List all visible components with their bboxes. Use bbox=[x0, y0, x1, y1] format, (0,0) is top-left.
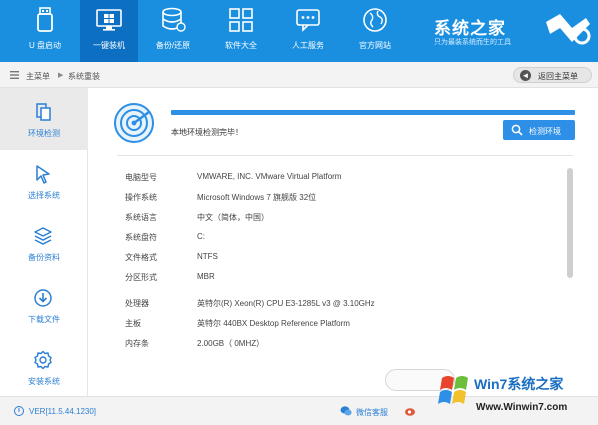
wechat-icon[interactable] bbox=[340, 405, 352, 417]
scrollbar-thumb[interactable] bbox=[567, 168, 573, 278]
radar-scan-icon bbox=[114, 103, 154, 143]
info-key: 内存条 bbox=[125, 339, 149, 348]
sidebar: 环境检测 选择系统 备份资料 下载文件 安装系统 bbox=[0, 88, 88, 396]
info-value: 2.00GB（ 0MHZ） bbox=[197, 339, 265, 348]
breadcrumb-separator: ▶ bbox=[58, 72, 64, 79]
back-button-label: 返回主菜单 bbox=[538, 72, 578, 81]
watermark: Win7系统之家 Www.Winwin7.com bbox=[432, 368, 596, 424]
info-row: 系统盘符 C: bbox=[125, 230, 555, 244]
info-row: 主板 英特尔 440BX Desktop Reference Platform bbox=[125, 316, 555, 330]
sidebar-item-download-files[interactable]: 下载文件 bbox=[0, 274, 88, 336]
toolbar-label: 软件大全 bbox=[225, 41, 257, 50]
main-panel: 本地环境检测完毕！ 检测环境 电脑型号 VMWARE, INC. VMware … bbox=[89, 88, 598, 396]
back-arrow-icon: ◄ bbox=[520, 70, 531, 81]
info-value: Microsoft Windows 7 旗舰版 32位 bbox=[197, 193, 317, 202]
version-label: VER[11.5.44.1230] bbox=[29, 407, 97, 416]
environment-check-icon bbox=[36, 103, 51, 121]
top-toolbar: U 盘启动 一键装机 备份/还原 软件大全 人工服务 官方网站 系统之家 只为最… bbox=[0, 0, 598, 62]
toolbar-label: 一键装机 bbox=[93, 41, 125, 50]
system-info-list: 电脑型号 VMWARE, INC. VMware Virtual Platfor… bbox=[125, 170, 555, 360]
sidebar-item-label: 环境检测 bbox=[28, 129, 60, 138]
check-progress-bar bbox=[171, 110, 575, 115]
info-value: 英特尔 440BX Desktop Reference Platform bbox=[197, 319, 350, 328]
info-row: 系统语言 中文（简体，中国） bbox=[125, 210, 555, 224]
info-row: 电脑型号 VMWARE, INC. VMware Virtual Platfor… bbox=[125, 170, 555, 184]
breadcrumb-home[interactable]: 主菜单 bbox=[26, 71, 50, 82]
info-key: 电脑型号 bbox=[125, 173, 157, 182]
sidebar-item-label: 备份资料 bbox=[28, 253, 60, 262]
divider bbox=[117, 155, 573, 156]
sidebar-item-select-system[interactable]: 选择系统 bbox=[0, 150, 88, 212]
brand-logo-icon bbox=[546, 14, 591, 45]
weibo-icon[interactable] bbox=[404, 405, 416, 417]
sidebar-item-backup-data[interactable]: 备份资料 bbox=[0, 212, 88, 274]
sidebar-item-install-system[interactable]: 安装系统 bbox=[0, 336, 88, 398]
toolbar-support[interactable]: 人工服务 bbox=[279, 0, 337, 62]
info-value: VMWARE, INC. VMware Virtual Platform bbox=[197, 172, 342, 181]
globe-icon bbox=[363, 8, 387, 32]
info-key: 主板 bbox=[125, 319, 141, 328]
detect-environment-button[interactable]: 检测环境 bbox=[503, 120, 575, 140]
cursor-icon bbox=[36, 165, 50, 184]
toolbar-label: U 盘启动 bbox=[29, 41, 61, 50]
watermark-url: Www.Winwin7.com bbox=[476, 402, 568, 413]
usb-drive-icon bbox=[37, 7, 53, 32]
info-key: 处理器 bbox=[125, 299, 149, 308]
watermark-title: Win7系统之家 bbox=[474, 376, 564, 392]
info-key: 操作系统 bbox=[125, 193, 157, 202]
info-row: 操作系统 Microsoft Windows 7 旗舰版 32位 bbox=[125, 190, 555, 204]
download-icon bbox=[34, 289, 52, 307]
brand-subtitle: 只为最装系统而生的工具 bbox=[434, 39, 511, 46]
breadcrumb: 主菜单 ▶ 系统重装 ◄ 返回主菜单 bbox=[0, 62, 598, 88]
windows-flag-logo-icon bbox=[438, 376, 468, 404]
info-row: 分区形式 MBR bbox=[125, 270, 555, 284]
info-row: 内存条 2.00GB（ 0MHZ） bbox=[125, 336, 555, 350]
info-key: 文件格式 bbox=[125, 253, 157, 262]
info-row: 文件格式 NTFS bbox=[125, 250, 555, 264]
toolbar-software[interactable]: 软件大全 bbox=[212, 0, 270, 62]
chat-icon bbox=[296, 9, 320, 32]
apps-grid-icon bbox=[229, 8, 253, 32]
toolbar-backup-restore[interactable]: 备份/还原 bbox=[144, 0, 202, 62]
search-icon bbox=[511, 124, 523, 136]
info-key: 系统语言 bbox=[125, 213, 157, 222]
info-value: 英特尔(R) Xeon(R) CPU E3-1285L v3 @ 3.10GHz bbox=[197, 299, 375, 308]
toolbar-usb-boot[interactable]: U 盘启动 bbox=[16, 0, 74, 62]
sidebar-item-environment-check[interactable]: 环境检测 bbox=[0, 88, 88, 150]
info-value: NTFS bbox=[197, 252, 218, 261]
menu-icon bbox=[10, 71, 19, 79]
sidebar-item-label: 下载文件 bbox=[28, 315, 60, 324]
sidebar-item-label: 安装系统 bbox=[28, 377, 60, 386]
info-value: 中文（简体，中国） bbox=[197, 213, 269, 222]
layers-icon bbox=[34, 227, 52, 245]
info-value: C: bbox=[197, 232, 205, 241]
toolbar-label: 备份/还原 bbox=[155, 41, 191, 50]
info-key: 系统盘符 bbox=[125, 233, 157, 242]
back-to-main-menu-button[interactable]: ◄ 返回主菜单 bbox=[513, 67, 592, 83]
database-icon bbox=[162, 7, 186, 32]
brand-name: 系统之家 bbox=[434, 19, 506, 38]
wechat-support-link[interactable]: 微信客服 bbox=[356, 407, 388, 418]
info-icon: i bbox=[14, 406, 24, 416]
breadcrumb-current: 系统重装 bbox=[68, 72, 100, 81]
sidebar-item-label: 选择系统 bbox=[28, 191, 60, 200]
toolbar-label: 官方网站 bbox=[359, 41, 391, 50]
detect-button-label: 检测环境 bbox=[529, 127, 561, 136]
toolbar-one-click-install[interactable]: 一键装机 bbox=[80, 0, 138, 62]
toolbar-website[interactable]: 官方网站 bbox=[346, 0, 404, 62]
brand: 系统之家 只为最装系统而生的工具 bbox=[416, 8, 598, 54]
toolbar-label: 人工服务 bbox=[292, 41, 324, 50]
gear-icon bbox=[34, 350, 52, 370]
info-row: 处理器 英特尔(R) Xeon(R) CPU E3-1285L v3 @ 3.1… bbox=[125, 296, 555, 310]
info-key: 分区形式 bbox=[125, 273, 157, 282]
check-status-message: 本地环境检测完毕！ bbox=[171, 128, 243, 137]
windows-icon bbox=[96, 9, 122, 31]
info-value: MBR bbox=[197, 272, 215, 281]
